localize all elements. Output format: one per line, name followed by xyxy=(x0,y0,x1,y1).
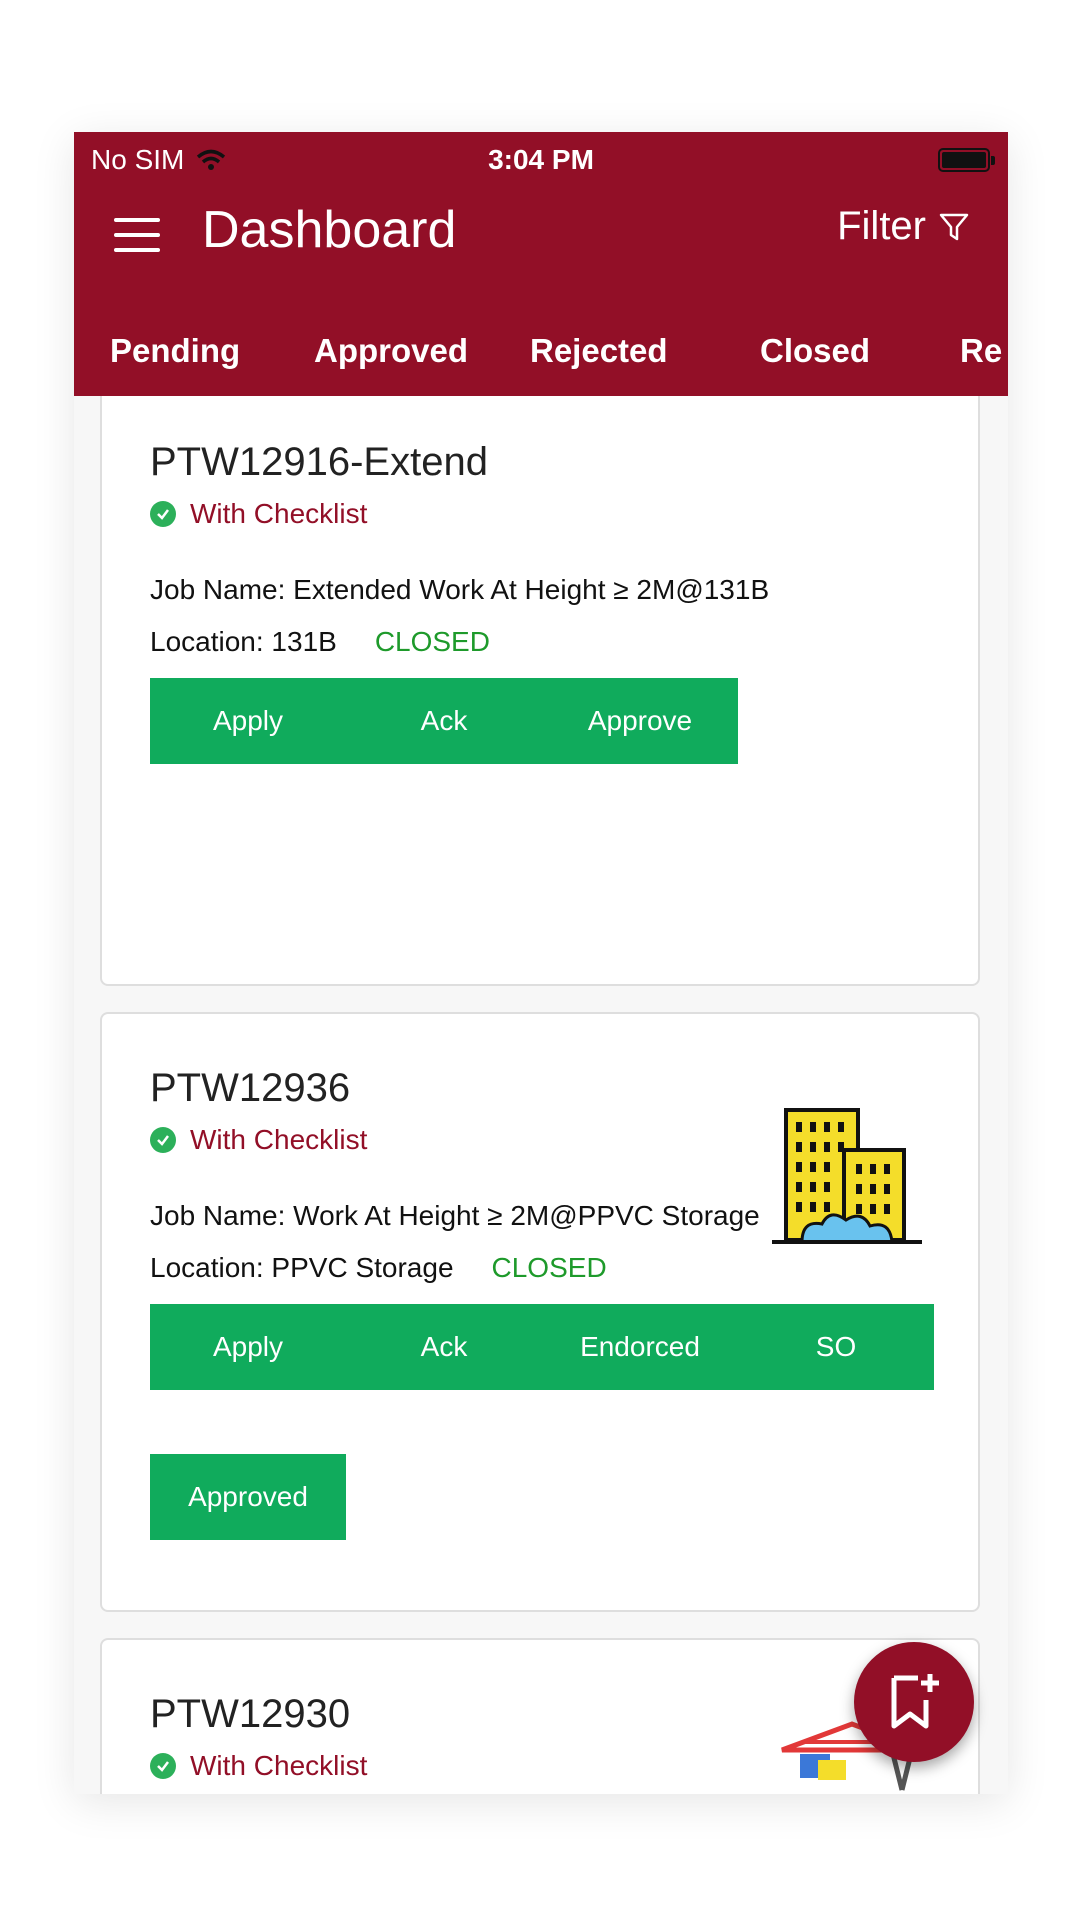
workflow-steps: Apply Ack Approve xyxy=(150,678,738,764)
status-badge: CLOSED xyxy=(491,1252,607,1283)
status-bar: No SIM 3:04 PM xyxy=(74,132,1008,182)
filter-button[interactable]: Filter xyxy=(837,204,970,249)
check-circle-icon xyxy=(150,1753,176,1779)
location: Location: PPVC Storage xyxy=(150,1252,454,1283)
checklist-label: With Checklist xyxy=(190,1124,368,1155)
tab-approved[interactable]: Approved xyxy=(314,332,468,370)
permit-list: PTW12916-Extend With Checklist Job Name:… xyxy=(74,396,1008,1794)
app-header: No SIM 3:04 PM Dashboard Filter Pending … xyxy=(74,132,1008,396)
step-ack-button[interactable]: Ack xyxy=(346,1304,542,1390)
job-name: Job Name: Extended Work At Height ≥ 2M@1… xyxy=(150,574,770,605)
tab-closed[interactable]: Closed xyxy=(760,332,870,370)
step-endorced-button[interactable]: Endorced xyxy=(542,1304,738,1390)
workflow-steps: Apply Ack Endorced SO xyxy=(150,1304,934,1390)
tab-pending[interactable]: Pending xyxy=(110,332,240,370)
buildings-icon xyxy=(772,1108,922,1244)
nav-bar: Dashboard Filter xyxy=(74,182,1008,292)
bookmark-add-icon xyxy=(891,1674,939,1729)
job-name: Job Name: Work At Height ≥ 2M@PPVC Stora… xyxy=(150,1200,760,1231)
location-line: Location: 131B CLOSED xyxy=(150,626,490,658)
filter-label: Filter xyxy=(837,204,926,248)
add-permit-button[interactable] xyxy=(854,1642,974,1762)
check-circle-icon xyxy=(150,501,176,527)
permit-card[interactable]: PTW12916-Extend With Checklist Job Name:… xyxy=(100,396,980,986)
status-time: 3:04 PM xyxy=(488,144,594,175)
menu-icon[interactable] xyxy=(114,218,160,262)
permit-card[interactable]: PTW12930 With Checklist xyxy=(100,1638,980,1794)
tab-re[interactable]: Re xyxy=(960,332,1002,370)
checklist-badge: With Checklist xyxy=(150,1124,367,1156)
permit-id: PTW12936 xyxy=(150,1066,351,1110)
checklist-label: With Checklist xyxy=(190,498,368,529)
permit-card[interactable]: PTW12936 With Checklist Job Name: Work A… xyxy=(100,1012,980,1612)
page-title: Dashboard xyxy=(202,201,457,259)
phone-screen: No SIM 3:04 PM Dashboard Filter Pending … xyxy=(74,132,1008,1794)
permit-id: PTW12916-Extend xyxy=(150,440,488,484)
step-approved-button[interactable]: Approved xyxy=(150,1454,346,1540)
status-badge: CLOSED xyxy=(374,626,490,657)
step-ack-button[interactable]: Ack xyxy=(346,678,542,764)
tab-rejected[interactable]: Rejected xyxy=(530,332,668,370)
step-apply-button[interactable]: Apply xyxy=(150,1304,346,1390)
step-so-button[interactable]: SO xyxy=(738,1304,934,1390)
step-apply-button[interactable]: Apply xyxy=(150,678,346,764)
location-line: Location: PPVC Storage CLOSED xyxy=(150,1252,607,1284)
checklist-badge: With Checklist xyxy=(150,498,367,530)
permit-id: PTW12930 xyxy=(150,1692,351,1736)
checklist-label: With Checklist xyxy=(190,1750,368,1781)
check-circle-icon xyxy=(150,1127,176,1153)
step-approve-button[interactable]: Approve xyxy=(542,678,738,764)
battery-icon xyxy=(938,148,995,172)
filter-icon xyxy=(939,213,969,240)
status-tabs: Pending Approved Rejected Closed Re xyxy=(74,332,1008,392)
location: Location: 131B xyxy=(150,626,337,657)
checklist-badge: With Checklist xyxy=(150,1750,367,1782)
